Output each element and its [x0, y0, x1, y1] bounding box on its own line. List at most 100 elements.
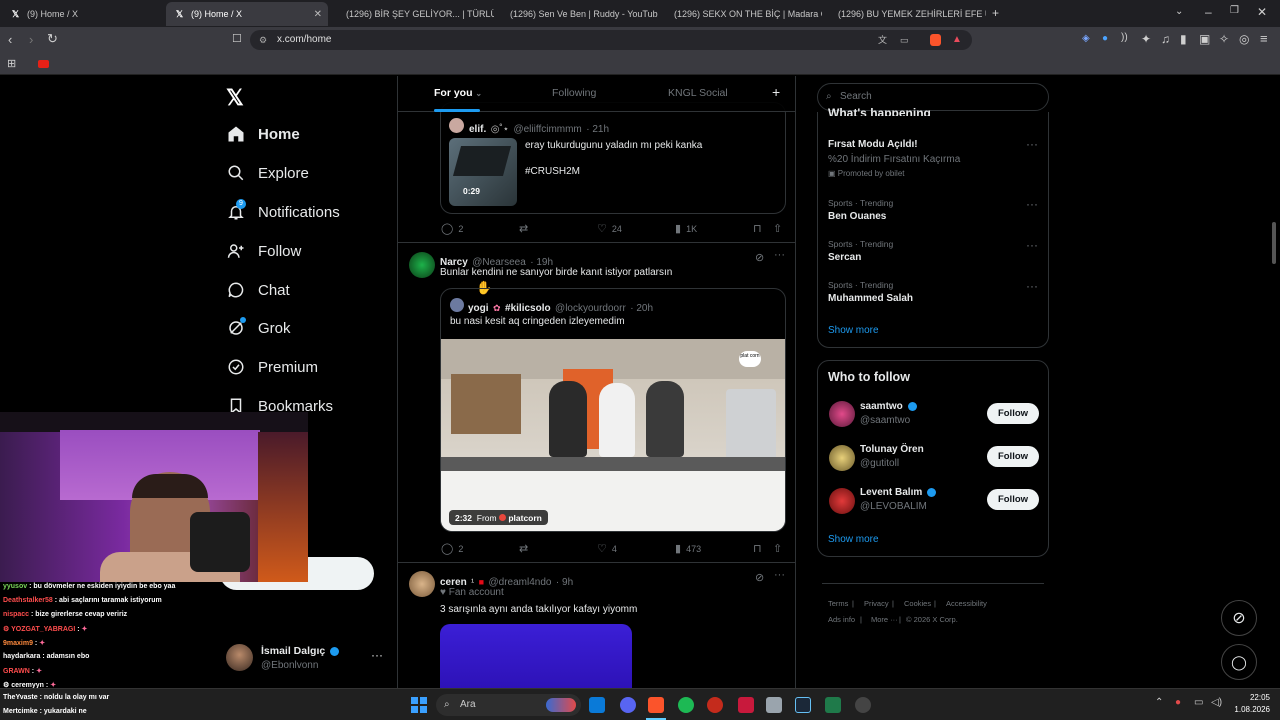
- tweet[interactable]: ceren ¹ ■ @dreaml4ndo · 9h ⊘ ··· ♥ Fan a…: [398, 563, 795, 688]
- more-icon[interactable]: ···: [371, 648, 383, 662]
- messages-floating-button[interactable]: ◯: [1221, 644, 1257, 680]
- minimize-icon[interactable]: –: [1205, 5, 1212, 19]
- like-button[interactable]: ♡ 24: [597, 222, 622, 235]
- bookmark-button[interactable]: ⊓: [753, 542, 767, 555]
- browser-tab-active[interactable]: 𝕏 (9) Home / X ✕: [166, 2, 328, 26]
- more-icon[interactable]: ···: [1026, 197, 1038, 211]
- footer-more[interactable]: More ···: [871, 615, 898, 624]
- nav-explore[interactable]: Explore: [226, 157, 309, 189]
- tab-list-icon[interactable]: ⌄: [1175, 6, 1183, 17]
- nav-home[interactable]: Home: [226, 118, 300, 150]
- monitor-icon[interactable]: ▭: [1194, 697, 1203, 708]
- brave-shields-icon[interactable]: [930, 34, 941, 46]
- avatar[interactable]: [409, 252, 435, 278]
- quoted-tweet-card[interactable]: yogi ✿ #kilicsolo @lockyourdoorr · 20h b…: [440, 288, 786, 532]
- excel-icon[interactable]: [825, 697, 841, 713]
- maximize-icon[interactable]: ❐: [1230, 5, 1239, 16]
- nav-notifications[interactable]: 9 Notifications: [226, 196, 340, 228]
- leo-ai-icon[interactable]: ✧: [1219, 32, 1229, 46]
- spotify-icon[interactable]: [678, 697, 694, 713]
- taskbar-clock[interactable]: 22:05 1.08.2026: [1232, 693, 1270, 714]
- footer-ads-info[interactable]: Ads info: [828, 615, 855, 624]
- share-button[interactable]: ⇧: [773, 222, 787, 235]
- account-switcher[interactable]: İsmail Dalgıç @Ebonlvonn ···: [226, 644, 396, 674]
- brave-icon[interactable]: [648, 697, 664, 713]
- footer-privacy[interactable]: Privacy: [864, 599, 889, 608]
- avatar[interactable]: [409, 571, 435, 597]
- close-window-icon[interactable]: ✕: [1257, 5, 1267, 19]
- follow-button[interactable]: Follow: [987, 489, 1039, 510]
- footer-accessibility[interactable]: Accessibility: [946, 599, 987, 608]
- nav-grok[interactable]: Grok: [226, 312, 291, 344]
- browser-tab[interactable]: (1296) BİR ŞEY GELİYOR... | TÜRLÜ M: [332, 2, 494, 26]
- nav-chat[interactable]: Chat: [226, 274, 290, 306]
- grok-floating-button[interactable]: ⊘: [1221, 600, 1257, 636]
- url-field[interactable]: ⚙ x.com/home 文 ▭ ▲: [250, 30, 972, 50]
- video-thumbnail[interactable]: 0:29: [449, 138, 517, 206]
- video-player[interactable]: plat corn 2:32 From platcorn: [441, 339, 785, 531]
- trend-item[interactable]: Sports · Trending Muhammed Salah ···: [817, 275, 1049, 313]
- back-icon[interactable]: ‹: [8, 32, 12, 47]
- volume-icon[interactable]: ◁): [1211, 697, 1222, 708]
- app-icon[interactable]: [766, 697, 782, 713]
- tab-kngl-social[interactable]: KNGL Social: [668, 87, 728, 99]
- share-button[interactable]: ⇧: [773, 542, 787, 555]
- page-scrollbar[interactable]: [1272, 222, 1276, 264]
- extensions-puzzle-icon[interactable]: ✦: [1141, 32, 1151, 46]
- forward-icon[interactable]: ›: [29, 32, 33, 47]
- avatar[interactable]: [829, 401, 855, 427]
- browser-tab[interactable]: 𝕏 (9) Home / X: [2, 2, 164, 26]
- microphone-icon[interactable]: ●: [1175, 697, 1181, 708]
- app-icon[interactable]: [855, 697, 871, 713]
- repost-button[interactable]: ⇄: [519, 222, 533, 235]
- new-tab-icon[interactable]: +: [992, 6, 999, 20]
- app-icon[interactable]: [707, 697, 723, 713]
- vpn-icon[interactable]: ◎: [1239, 32, 1249, 46]
- wallet-icon[interactable]: ▣: [1199, 32, 1210, 46]
- tray-chevron-icon[interactable]: ⌃: [1155, 697, 1163, 708]
- windows-start-icon[interactable]: [411, 697, 427, 713]
- steam-icon[interactable]: [795, 697, 811, 713]
- footer-terms[interactable]: Terms: [828, 599, 848, 608]
- audio-icon[interactable]: )): [1121, 32, 1128, 43]
- apps-grid-icon[interactable]: ⊞: [7, 57, 16, 70]
- like-button[interactable]: ♡ 4: [597, 542, 617, 555]
- hashtag-link[interactable]: #CRUSH2M: [525, 166, 580, 177]
- tweet[interactable]: Narcy @Nearseea · 19h ⊘ ··· Bunlar kendi…: [398, 243, 795, 563]
- x-logo-icon[interactable]: 𝕏: [226, 85, 244, 111]
- more-icon[interactable]: ···: [774, 569, 785, 581]
- show-more-trends-link[interactable]: Show more: [828, 325, 879, 336]
- follow-button[interactable]: Follow: [987, 403, 1039, 424]
- tab-for-you[interactable]: For you ⌄: [434, 87, 482, 99]
- avatar[interactable]: [829, 488, 855, 514]
- more-icon[interactable]: ···: [1026, 279, 1038, 293]
- browser-tab[interactable]: (1296) BU YEMEK ZEHİRLERİ EFE UYG: [824, 2, 986, 26]
- close-tab-icon[interactable]: ✕: [314, 9, 322, 20]
- grok-icon[interactable]: ⊘: [755, 251, 764, 264]
- reply-button[interactable]: ◯ 2: [441, 222, 463, 235]
- extension-icon[interactable]: ◈: [1082, 33, 1090, 44]
- repost-button[interactable]: ⇄: [519, 542, 533, 555]
- media-icon[interactable]: ♫: [1161, 32, 1170, 46]
- trend-item[interactable]: Sports · Trending Ben Ouanes ···: [817, 193, 1049, 231]
- more-icon[interactable]: ···: [774, 249, 785, 261]
- tab-following[interactable]: Following: [552, 87, 596, 99]
- avatar[interactable]: [829, 445, 855, 471]
- views-button[interactable]: ▮ 1K: [675, 222, 697, 235]
- show-more-follow-link[interactable]: Show more: [828, 534, 879, 545]
- grok-icon[interactable]: ⊘: [755, 571, 764, 584]
- extension-icon[interactable]: ●: [1102, 33, 1108, 44]
- reply-button[interactable]: ◯ 2: [441, 542, 463, 555]
- nav-follow[interactable]: Follow: [226, 235, 301, 267]
- steam-icon[interactable]: [589, 697, 605, 713]
- cast-icon[interactable]: ▭: [900, 30, 909, 50]
- brave-rewards-icon[interactable]: ▲: [952, 30, 962, 50]
- more-icon[interactable]: ···: [1026, 238, 1038, 252]
- menu-icon[interactable]: ≡: [1260, 31, 1268, 46]
- discord-icon[interactable]: [620, 697, 636, 713]
- views-button[interactable]: ▮ 473: [675, 542, 701, 555]
- add-tab-icon[interactable]: +: [772, 84, 780, 100]
- youtube-icon[interactable]: [38, 60, 49, 68]
- bookmark-button[interactable]: ⊓: [753, 222, 767, 235]
- footer-cookies[interactable]: Cookies: [904, 599, 931, 608]
